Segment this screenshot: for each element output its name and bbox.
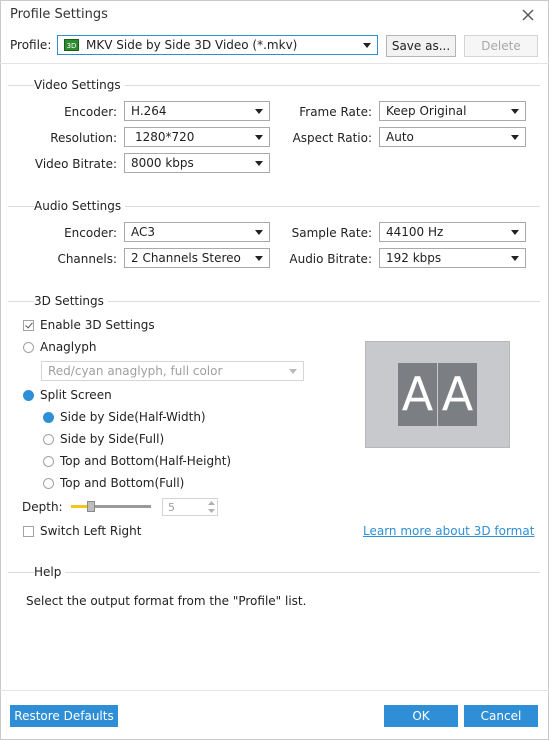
enable-3d-label: Enable 3D Settings [40,318,155,332]
anaglyph-label: Anaglyph [40,340,97,354]
chevron-down-icon [255,161,263,166]
chevron-down-icon [255,256,263,261]
audio-bitrate-value: 192 kbps [386,251,442,265]
help-text: Select the output format from the "Profi… [26,594,307,608]
preview-right-eye: A [438,363,477,426]
aspect-ratio-value: Auto [386,130,414,144]
video-encoder-label: Encoder: [64,105,117,119]
depth-spinbox[interactable]: 5 [162,498,218,516]
help-heading: Help [34,565,66,579]
sbs-full-label: Side by Side(Full) [60,432,165,446]
anaglyph-radio[interactable] [23,342,34,353]
sample-rate-select[interactable]: 44100 Hz [379,222,526,242]
profile-value: MKV Side by Side 3D Video (*.mkv) [86,38,298,52]
sbs-half-radio[interactable] [43,412,54,423]
sample-rate-value: 44100 Hz [386,225,444,239]
aspect-ratio-select[interactable]: Auto [379,127,526,147]
window-title: Profile Settings [10,7,108,22]
audio-settings-heading: Audio Settings [34,199,126,213]
video-encoder-value: H.264 [131,104,167,118]
sbs-full-radio[interactable] [43,434,54,445]
audio-bitrate-select[interactable]: 192 kbps [379,248,526,268]
channels-label: Channels: [57,252,117,266]
channels-value: 2 Channels Stereo [131,251,241,265]
depth-value: 5 [168,501,175,514]
split-screen-radio[interactable] [23,390,34,401]
video-bitrate-select[interactable]: 8000 kbps [124,153,270,173]
title-bar: Profile Settings [0,0,549,30]
split-screen-label: Split Screen [40,388,112,402]
depth-slider-track[interactable] [71,501,151,512]
audio-encoder-select[interactable]: AC3 [124,222,270,242]
help-section-line [8,572,540,573]
chevron-down-icon [363,43,371,48]
preview-left-eye: A [398,363,437,426]
switch-left-right-checkbox[interactable] [23,526,34,537]
chevron-down-icon [289,369,297,374]
tb-full-radio[interactable] [43,478,54,489]
depth-label: Depth: [22,500,63,514]
chevron-down-icon [255,109,263,114]
chevron-down-icon [511,109,519,114]
channels-select[interactable]: 2 Channels Stereo [124,248,270,268]
video-encoder-select[interactable]: H.264 [124,101,270,121]
video-bitrate-value: 8000 kbps [131,156,194,170]
chevron-down-icon [511,135,519,140]
frame-rate-select[interactable]: Keep Original [379,101,526,121]
restore-defaults-button[interactable]: Restore Defaults [10,705,118,727]
3d-preview: A A [365,341,510,448]
video-settings-heading: Video Settings [34,78,125,92]
delete-button[interactable]: Delete [464,35,538,57]
audio-bitrate-label: Audio Bitrate: [289,252,372,266]
anaglyph-mode-select[interactable]: Red/cyan anaglyph, full color [41,361,304,381]
video-bitrate-label: Video Bitrate: [34,157,117,171]
ok-button[interactable]: OK [384,705,458,727]
learn-more-link[interactable]: Learn more about 3D format [363,524,534,538]
save-as-button[interactable]: Save as... [386,35,456,57]
spin-arrows-icon[interactable] [208,501,215,513]
tb-full-label: Top and Bottom(Full) [60,476,185,490]
3d-settings-heading: 3D Settings [34,294,108,308]
close-icon[interactable] [518,5,538,25]
cancel-button[interactable]: Cancel [464,705,538,727]
resolution-value: 1280*720 [135,130,195,144]
aspect-ratio-label: Aspect Ratio: [292,131,372,145]
footer-divider [0,690,549,691]
divider [0,63,549,64]
sample-rate-label: Sample Rate: [291,226,372,240]
resolution-label: Resolution: [50,131,117,145]
audio-encoder-value: AC3 [131,225,156,239]
depth-slider-thumb[interactable] [87,501,95,512]
profile-label: Profile: [10,38,52,52]
tb-half-label: Top and Bottom(Half-Height) [60,454,232,468]
chevron-down-icon [511,230,519,235]
switch-left-right-label: Switch Left Right [40,524,142,538]
sbs-half-label: Side by Side(Half-Width) [60,410,206,424]
frame-rate-value: Keep Original [386,104,467,118]
audio-encoder-label: Encoder: [64,226,117,240]
resolution-select[interactable]: 1280*720 [124,127,270,147]
frame-rate-label: Frame Rate: [299,105,372,119]
profile-format-icon: 3D [64,39,79,51]
tb-half-radio[interactable] [43,456,54,467]
anaglyph-mode-value: Red/cyan anaglyph, full color [48,364,223,378]
chevron-down-icon [255,135,263,140]
enable-3d-checkbox[interactable] [23,320,34,331]
profile-select[interactable]: 3D MKV Side by Side 3D Video (*.mkv) [57,35,378,55]
chevron-down-icon [255,230,263,235]
chevron-down-icon [511,256,519,261]
